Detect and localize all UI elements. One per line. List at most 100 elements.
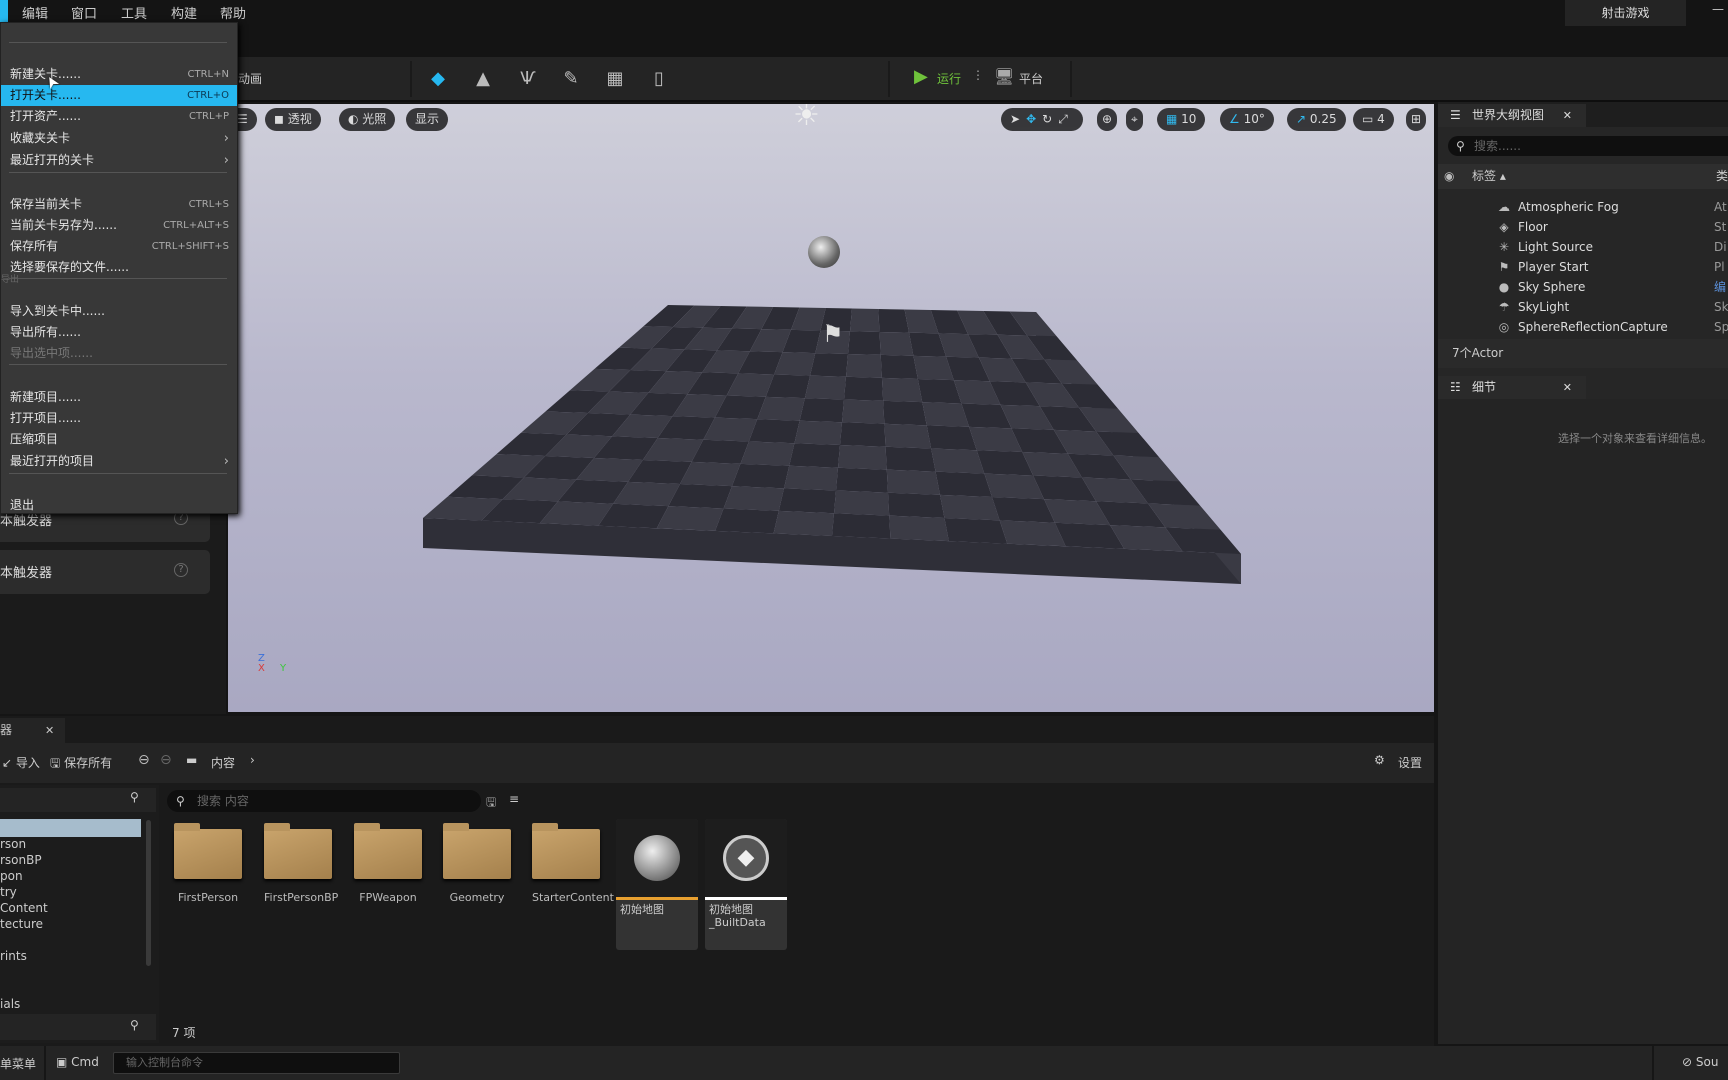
folder-tile[interactable]: FPWeapon: [354, 819, 422, 939]
menu-item[interactable]: 新建项目......: [1, 387, 237, 408]
brush-edit-icon[interactable]: ▯: [647, 68, 671, 90]
surface-snap-icon[interactable]: ⌖: [1126, 108, 1143, 131]
menu-window[interactable]: 窗口: [71, 3, 97, 22]
menu-item[interactable]: 选择要保存的文件......: [1, 257, 237, 278]
path-content[interactable]: 内容: [211, 754, 235, 771]
lit-button[interactable]: ◐ 光照: [339, 108, 396, 131]
import-button[interactable]: ↙ 导入: [2, 754, 40, 771]
settings-button[interactable]: 设置: [1398, 754, 1422, 771]
menu-item[interactable]: 保存所有 CTRL+SHIFT+S: [1, 236, 237, 257]
player-start-icon[interactable]: ⚑: [822, 320, 844, 348]
camera-speed-button[interactable]: ▭ 4: [1353, 108, 1394, 131]
tree-item[interactable]: rsonBP: [0, 853, 42, 867]
perspective-button[interactable]: ◼ 透视: [265, 108, 321, 131]
tree-item-selected[interactable]: [0, 819, 141, 837]
folder-tile[interactable]: FirstPerson: [174, 819, 242, 939]
world-local-icon[interactable]: ⊕: [1097, 108, 1118, 131]
tree-item[interactable]: tecture: [0, 917, 43, 931]
menu-item[interactable]: 保存当前关卡 CTRL+S: [1, 194, 237, 215]
scale-snap-button[interactable]: ↗ 0.25: [1287, 108, 1346, 131]
tree-search-icon[interactable]: ⚲: [130, 1018, 139, 1032]
grid-snap-button[interactable]: ▦ 10: [1157, 108, 1206, 131]
menu-item[interactable]: 压缩项目: [1, 429, 237, 450]
landscape-icon[interactable]: ▲: [471, 68, 495, 90]
menu-item[interactable]: 新建关卡...... CTRL+N: [1, 64, 237, 85]
menu-build[interactable]: 构建: [171, 3, 197, 22]
menu-item[interactable]: 导出所有......: [1, 322, 237, 343]
close-icon[interactable]: ✕: [45, 718, 54, 743]
tree-item[interactable]: pon: [0, 869, 23, 883]
sky-sphere-icon[interactable]: [808, 236, 840, 268]
console-input[interactable]: 输入控制台命令: [113, 1052, 400, 1074]
content-search-input[interactable]: ⚲ 搜索 内容: [167, 790, 481, 812]
filter-icon[interactable]: ≡: [509, 792, 519, 806]
folder-tile[interactable]: Geometry: [443, 819, 511, 939]
foliage-icon[interactable]: Ѱ: [516, 68, 540, 90]
outliner-search-input[interactable]: ⚲ 搜索......: [1448, 136, 1728, 156]
menu-help[interactable]: 帮助: [220, 3, 246, 22]
tree-item[interactable]: rints: [0, 949, 27, 963]
file-menu-tab[interactable]: [0, 0, 8, 24]
actor-item[interactable]: 本触发器?: [0, 550, 210, 594]
rotate-icon[interactable]: ↻: [1042, 112, 1058, 126]
save-all-button[interactable]: 🖫 保存所有: [50, 754, 112, 775]
menu-item[interactable]: 导入到关卡中......: [1, 301, 237, 322]
platform-dropdown[interactable]: 平台: [1019, 70, 1043, 87]
layout-icon[interactable]: ⊞: [1406, 108, 1427, 131]
content-drawer-button[interactable]: 单菜单: [0, 1055, 36, 1072]
map-asset-tile[interactable]: 初始地图: [616, 819, 698, 950]
visibility-icon[interactable]: ◉: [1444, 164, 1454, 189]
floor-mesh[interactable]: [228, 104, 1434, 712]
tree-scrollbar[interactable]: [146, 820, 151, 966]
menu-item[interactable]: 退出: [1, 495, 237, 516]
light-source-icon[interactable]: ☀: [793, 104, 820, 133]
fracture-icon[interactable]: ▦: [603, 68, 627, 90]
scale-icon[interactable]: ⤢: [1058, 112, 1074, 126]
cmd-button[interactable]: ▣ Cmd: [56, 1055, 99, 1069]
menu-item[interactable]: 最近打开的项目 ›: [1, 451, 237, 472]
select-icon[interactable]: ➤: [1010, 112, 1026, 126]
move-icon[interactable]: ✥: [1026, 112, 1042, 126]
settings-icon[interactable]: ⚙: [1374, 753, 1385, 767]
source-control-button[interactable]: ⊘ Sou: [1682, 1055, 1718, 1069]
close-icon[interactable]: ✕: [1563, 104, 1572, 127]
level-viewport[interactable]: ⚑ ☀ ☰ ◼ 透视 ◐ 光照 显示 ➤✥↻⤢ ⊕ ⌖ ▦ 10 ∠ 10° ↗…: [228, 104, 1434, 712]
back-icon[interactable]: ⊖: [138, 752, 150, 768]
animation-dropdown[interactable]: 动画: [238, 70, 262, 87]
tab-outliner[interactable]: ☰ 世界大纲视图 ✕: [1438, 104, 1586, 127]
play-button[interactable]: 运行: [937, 70, 961, 87]
mesh-paint-icon[interactable]: ✎: [559, 68, 583, 90]
outliner-row[interactable]: ☁ Atmospheric Fog At: [1438, 197, 1728, 217]
project-tab[interactable]: 射击游戏: [1565, 0, 1686, 26]
outliner-row[interactable]: ☂ SkyLight Sk: [1438, 297, 1728, 317]
outliner-row[interactable]: ◎ SphereReflectionCapture Sp: [1438, 317, 1728, 337]
folder-tile[interactable]: StarterContent: [532, 819, 614, 939]
column-type[interactable]: 类: [1716, 164, 1728, 189]
menu-edit[interactable]: 编辑: [22, 3, 48, 22]
menu-item[interactable]: 打开关卡...... CTRL+O: [1, 85, 237, 106]
column-label[interactable]: 标签 ▴: [1472, 164, 1506, 189]
close-icon[interactable]: ✕: [1563, 376, 1572, 399]
menu-tools[interactable]: 工具: [121, 3, 147, 22]
folder-tile[interactable]: FirstPersonBP: [264, 819, 338, 939]
menu-item[interactable]: 当前关卡另存为...... CTRL+ALT+S: [1, 215, 237, 236]
menu-item[interactable]: 最近打开的关卡 ›: [1, 150, 237, 171]
tree-item[interactable]: rson: [0, 837, 26, 851]
transform-tools[interactable]: ➤✥↻⤢: [1001, 108, 1083, 131]
tree-item[interactable]: Content: [0, 901, 48, 915]
tree-search-icon[interactable]: ⚲: [130, 790, 139, 804]
tree-item[interactable]: ials: [0, 997, 20, 1011]
path-chevron-icon[interactable]: ›: [250, 753, 255, 767]
play-icon[interactable]: ▶: [914, 66, 928, 87]
outliner-row[interactable]: ⚑ Player Start Pl: [1438, 257, 1728, 277]
map-asset-tile[interactable]: ◆ 初始地图_BuiltData: [705, 819, 787, 950]
rotation-snap-button[interactable]: ∠ 10°: [1220, 108, 1274, 131]
menu-item[interactable]: 收藏夹关卡 ›: [1, 128, 237, 149]
tab-details[interactable]: ☷ 细节 ✕: [1438, 376, 1586, 399]
tab-content-browser[interactable]: 器 ✕: [0, 718, 65, 743]
play-options-icon[interactable]: ⋮: [972, 68, 984, 82]
forward-icon[interactable]: ⊖: [160, 752, 172, 768]
menu-item[interactable]: 打开项目......: [1, 408, 237, 429]
show-button[interactable]: 显示: [406, 108, 449, 131]
menu-item[interactable]: 打开资产...... CTRL+P: [1, 106, 237, 127]
